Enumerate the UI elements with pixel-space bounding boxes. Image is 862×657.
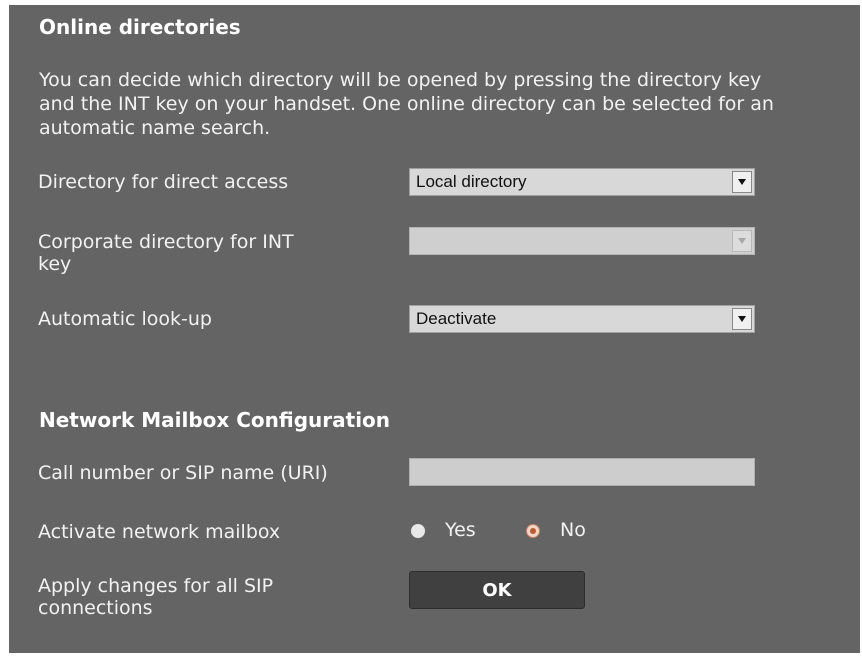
online-directories-heading: Online directories (39, 15, 241, 39)
settings-panel: Online directories You can decide which … (9, 5, 860, 653)
corporate-directory-select (409, 227, 755, 255)
chevron-down-icon[interactable] (732, 171, 752, 193)
corporate-directory-label: Corporate directory for INT key (38, 231, 294, 275)
apply-changes-label-line2: connections (38, 597, 153, 619)
network-mailbox-heading: Network Mailbox Configuration (39, 408, 391, 432)
activate-mailbox-label: Activate network mailbox (38, 521, 281, 543)
direct-access-label: Directory for direct access (38, 171, 289, 193)
no-radio[interactable] (526, 524, 540, 538)
chevron-down-icon[interactable] (732, 308, 752, 330)
no-radio-label[interactable]: No (560, 519, 586, 541)
corporate-directory-label-line2: key (38, 253, 72, 275)
ok-button[interactable]: OK (409, 571, 585, 609)
automatic-lookup-value: Deactivate (416, 309, 497, 328)
call-number-label: Call number or SIP name (URI) (38, 462, 328, 484)
apply-changes-label-line1: Apply changes for all SIP (38, 575, 274, 597)
chevron-down-icon (732, 230, 752, 252)
corporate-directory-label-line1: Corporate directory for INT (38, 231, 294, 253)
online-directories-intro: You can decide which directory will be o… (39, 69, 774, 139)
direct-access-select[interactable]: Local directory (409, 168, 755, 196)
automatic-lookup-select[interactable]: Deactivate (409, 305, 755, 333)
call-number-input[interactable] (409, 458, 755, 486)
apply-changes-label: Apply changes for all SIP connections (38, 575, 273, 619)
direct-access-value: Local directory (416, 172, 527, 191)
yes-radio[interactable] (411, 524, 425, 538)
yes-radio-label[interactable]: Yes (445, 519, 476, 541)
automatic-lookup-label: Automatic look-up (38, 308, 212, 330)
